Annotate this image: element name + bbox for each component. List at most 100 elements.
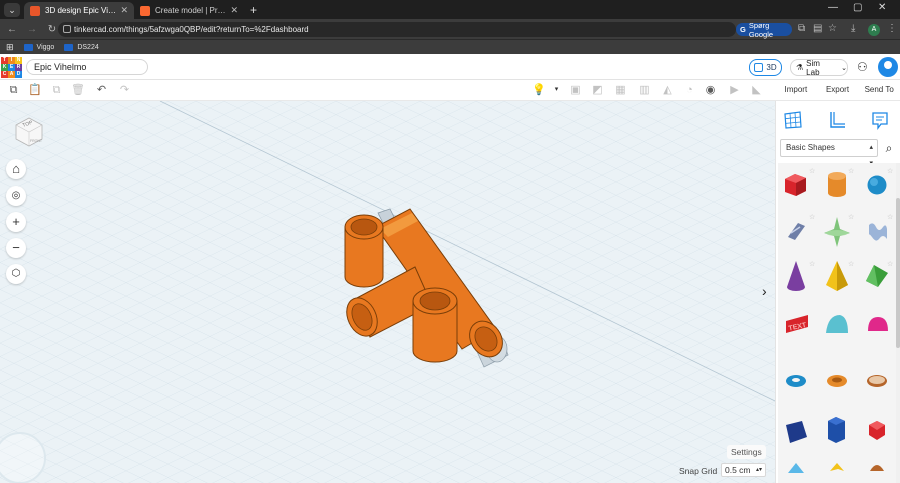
minimize-icon[interactable]: — xyxy=(828,2,838,13)
workplane-grid xyxy=(0,101,775,483)
notes-toggle-icon[interactable]: ◣ xyxy=(750,84,763,96)
torus-shape[interactable] xyxy=(786,375,806,387)
profile-avatar[interactable]: A xyxy=(868,24,880,36)
screen-share-icon[interactable]: ⧉ xyxy=(798,23,805,34)
favorite-star-icon[interactable]: ☆ xyxy=(809,167,815,175)
search-icon[interactable]: ⌕ xyxy=(880,139,898,157)
design-name-field[interactable]: Epic Vihelmo xyxy=(26,59,148,75)
apps-grid-icon[interactable]: ⊞ xyxy=(6,42,14,53)
half-sphere-shape[interactable] xyxy=(868,317,888,331)
delete-icon[interactable]: 🗑 xyxy=(71,84,85,96)
chevron-down-icon[interactable]: ▾ xyxy=(550,84,563,96)
copy-icon[interactable]: ⧉ xyxy=(7,84,20,96)
text-shape[interactable]: TEXT xyxy=(786,315,808,333)
view-cube[interactable]: TOP FRONT xyxy=(12,115,46,149)
polygon-shape[interactable] xyxy=(828,417,845,443)
sphere-shape[interactable] xyxy=(867,175,887,195)
light-icon[interactable]: 💡 xyxy=(532,84,546,96)
forward-icon[interactable]: → xyxy=(24,24,40,35)
panel-scrollbar[interactable] xyxy=(896,163,900,483)
chevron-down-icon: ⌄ xyxy=(841,64,847,72)
duplicate-icon[interactable]: ⧉ xyxy=(50,84,63,96)
workplane[interactable]: TOP FRONT ⌂ ◎ + − ⬡ › Settings Snap Grid… xyxy=(0,101,775,483)
orbit-control[interactable] xyxy=(0,432,46,483)
ruler-icon[interactable] xyxy=(826,109,848,131)
translate-icon[interactable]: ▤ xyxy=(813,23,822,34)
maximize-icon[interactable]: ▢ xyxy=(853,2,862,13)
back-icon[interactable]: ← xyxy=(4,24,20,35)
camera-icon[interactable]: ◉ xyxy=(704,84,717,96)
align-left-icon[interactable]: ▥ xyxy=(638,84,651,96)
tab-search-icon[interactable]: ⌄ xyxy=(4,3,20,17)
browser-tab-tinkercad[interactable]: 3D design Epic Vihelmo - Tinke ✕ xyxy=(24,2,134,19)
cylinder-shape[interactable] xyxy=(828,172,846,197)
scribble-shape[interactable] xyxy=(788,223,805,240)
text-wave-shape[interactable] xyxy=(869,223,887,241)
cruise-icon[interactable]: ▶ xyxy=(728,84,741,96)
perspective-button[interactable]: ⬡ xyxy=(6,264,26,284)
close-window-icon[interactable]: ✕ xyxy=(878,2,886,13)
menu-icon[interactable]: ⋮ xyxy=(887,23,897,34)
round-roof-shape[interactable] xyxy=(826,315,848,333)
box-shape[interactable] xyxy=(785,174,806,196)
shape-category-select[interactable]: Basic Shapes ▴▾ xyxy=(780,139,878,167)
group-icon[interactable]: ▣ xyxy=(569,84,582,96)
roof-shape[interactable] xyxy=(866,265,888,287)
bookmark-star-icon[interactable]: ☆ xyxy=(828,23,837,34)
close-tab-icon[interactable]: ✕ xyxy=(230,5,238,16)
graphic-shape[interactable] xyxy=(824,217,850,247)
workplane-icon[interactable]: ◔ xyxy=(683,84,696,96)
browser-tab-printables[interactable]: Create model | Printables.com ✕ xyxy=(134,2,244,19)
add-user-icon[interactable]: ⚇ xyxy=(857,60,868,74)
mirror-icon[interactable]: ◭ xyxy=(661,84,674,96)
fit-view-button[interactable]: ◎ xyxy=(6,186,26,206)
wedge-shape[interactable] xyxy=(786,421,807,443)
settings-button[interactable]: Settings xyxy=(727,445,766,459)
bookmark-ds224[interactable]: DS224 xyxy=(64,43,99,51)
cone-shape[interactable] xyxy=(787,261,805,291)
import-button[interactable]: Import xyxy=(775,80,817,101)
site-info-icon[interactable] xyxy=(63,25,71,33)
pyramid-shape[interactable] xyxy=(826,261,848,291)
favorite-star-icon[interactable]: ☆ xyxy=(848,213,854,221)
favorite-star-icon[interactable]: ☆ xyxy=(809,213,815,221)
icosahedron-shape[interactable] xyxy=(869,421,885,440)
view-3d-button[interactable]: 3D xyxy=(749,59,782,76)
tube-shape[interactable] xyxy=(827,375,847,387)
send-to-button[interactable]: Send To xyxy=(858,80,900,101)
orange-vertical-cylinder-right[interactable] xyxy=(412,287,458,363)
partial-shape[interactable] xyxy=(788,463,804,473)
notes-icon[interactable] xyxy=(869,109,891,131)
address-bar[interactable]: tinkercad.com/things/5afzwga0QBP/edit?re… xyxy=(58,22,736,37)
ring-shape[interactable] xyxy=(867,375,887,387)
favorite-star-icon[interactable]: ☆ xyxy=(887,213,893,221)
orange-vertical-cylinder-left[interactable] xyxy=(344,214,384,288)
favorite-star-icon[interactable]: ☆ xyxy=(887,167,893,175)
undo-icon[interactable]: ↶ xyxy=(95,84,108,96)
download-icon[interactable]: ⤓ xyxy=(851,23,855,34)
tinkercad-logo[interactable]: TINKERCAD xyxy=(1,57,22,78)
sim-lab-dropdown[interactable]: ⚗ Sim Lab ⌄ xyxy=(790,59,848,77)
redo-icon[interactable]: ↷ xyxy=(118,84,131,96)
close-tab-icon[interactable]: ✕ xyxy=(120,5,128,16)
favorite-star-icon[interactable]: ☆ xyxy=(809,260,815,268)
partial-shape[interactable] xyxy=(870,465,884,471)
zoom-in-button[interactable]: + xyxy=(6,212,26,232)
favorite-star-icon[interactable]: ☆ xyxy=(848,167,854,175)
align-icon[interactable]: ▦ xyxy=(614,84,627,96)
ungroup-icon[interactable]: ◩ xyxy=(591,84,604,96)
chevron-right-icon[interactable]: › xyxy=(762,283,767,299)
bookmark-viggo[interactable]: Viggo xyxy=(23,43,54,51)
home-view-button[interactable]: ⌂ xyxy=(6,159,26,179)
favorite-star-icon[interactable]: ☆ xyxy=(848,260,854,268)
zoom-out-button[interactable]: − xyxy=(6,238,26,258)
new-tab-icon[interactable]: + xyxy=(250,3,257,17)
snap-grid-select[interactable]: 0.5 cm ▴▾ xyxy=(721,463,766,477)
grid-icon[interactable] xyxy=(782,109,804,131)
favorite-star-icon[interactable]: ☆ xyxy=(887,260,893,268)
export-button[interactable]: Export xyxy=(817,80,859,101)
user-avatar[interactable] xyxy=(878,57,898,77)
star-shape[interactable] xyxy=(830,463,844,471)
paste-icon[interactable]: 📋 xyxy=(28,84,42,96)
google-search-button[interactable]: G Spørg Google xyxy=(736,21,792,39)
